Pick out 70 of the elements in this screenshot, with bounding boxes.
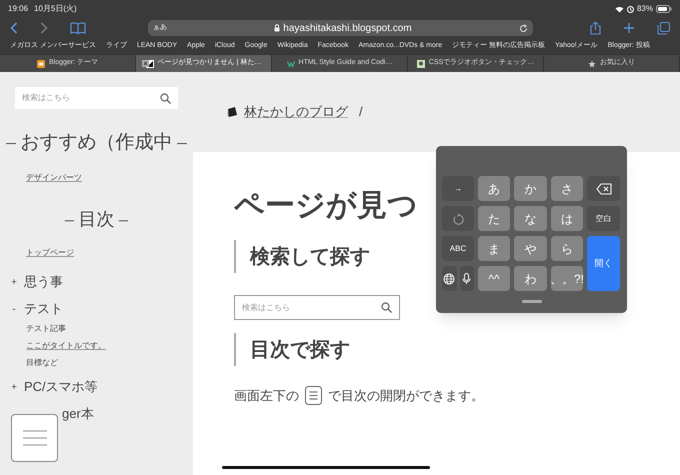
keyboard-key[interactable]: 空白 <box>587 206 620 231</box>
globe-icon <box>443 272 456 284</box>
keyboard-key[interactable]: ま <box>478 236 510 261</box>
back-icon[interactable] <box>10 22 18 34</box>
keyboard-key[interactable]: 、。?! <box>551 266 583 291</box>
reload-icon[interactable] <box>519 24 528 32</box>
sidebar-heading: – おすすめ（作成中 – <box>5 131 188 155</box>
wifi-icon <box>614 6 624 12</box>
forward-icon[interactable] <box>40 22 48 34</box>
tabs-icon[interactable] <box>657 22 670 34</box>
blog-logo-icon <box>226 106 238 118</box>
keyboard-key[interactable] <box>442 266 456 291</box>
keyboard-key[interactable] <box>442 206 474 231</box>
section-heading: 目次で探す <box>234 333 680 366</box>
lock-icon <box>274 24 280 32</box>
expand-toggle[interactable]: + <box>11 274 17 290</box>
sidebar-heading: – 目次 – <box>64 208 130 230</box>
tree-item[interactable]: PC/スマホ等 <box>24 377 98 397</box>
hint-text: 画面左下の <box>234 387 299 405</box>
share-icon[interactable] <box>590 21 601 35</box>
close-icon[interactable] <box>142 60 149 67</box>
star-icon <box>588 60 596 68</box>
keyboard-key[interactable]: 開く <box>587 236 620 291</box>
tree-item[interactable]: ger本 <box>62 404 94 424</box>
drag-handle[interactable] <box>522 300 542 303</box>
keyboard-key[interactable]: な <box>514 206 547 231</box>
delete-icon <box>596 182 612 194</box>
keyboard-key[interactable] <box>587 176 620 201</box>
battery-icon <box>656 5 672 13</box>
keyboard-key[interactable]: や <box>514 236 547 261</box>
keyboard-key[interactable]: → <box>442 176 474 201</box>
bookmarks-icon[interactable] <box>70 22 86 34</box>
tree-child-item[interactable]: テスト記事 <box>26 322 66 340</box>
expand-toggle[interactable]: + <box>11 380 17 394</box>
keyboard-key[interactable]: さ <box>551 176 583 201</box>
battery-percent: 83% <box>636 3 653 15</box>
search-icon[interactable] <box>381 302 392 313</box>
status-date: 10月5日(火) <box>34 3 77 15</box>
keyboard-key[interactable]: ^^ <box>478 266 510 291</box>
hint-text: で目次の開閉ができます。 <box>328 387 484 405</box>
keyboard-key[interactable]: か <box>514 176 547 201</box>
keyboard-key[interactable]: あ <box>478 176 510 201</box>
menu-icon <box>22 430 46 446</box>
keyboard-key[interactable]: ABC <box>442 236 474 261</box>
search-icon[interactable] <box>160 92 171 104</box>
menu-button[interactable] <box>11 414 58 462</box>
status-time: 19:06 <box>8 3 28 15</box>
html-favicon <box>286 60 295 68</box>
tree-item[interactable]: テスト <box>24 299 63 319</box>
page-title: ページが見つ <box>234 188 418 224</box>
tree-item[interactable]: 思う事 <box>24 272 63 292</box>
tree-child-item[interactable]: 目標など <box>26 356 58 374</box>
css-favicon <box>416 60 425 68</box>
sidebar-link[interactable]: トップページ <box>26 246 193 258</box>
url-text: hayashitakashi.blogspot.com <box>283 22 412 36</box>
sidebar-link[interactable]: デザインパーツ <box>26 172 193 184</box>
keyboard-key[interactable] <box>460 266 474 291</box>
breadcrumb-link[interactable]: 林たかしのブログ <box>244 102 348 122</box>
keyboard-key[interactable]: は <box>551 206 583 231</box>
new-tab-icon[interactable] <box>623 22 635 34</box>
breadcrumb-separator: / <box>359 103 363 122</box>
expand-toggle[interactable]: - <box>11 302 17 316</box>
menu-icon <box>305 386 322 406</box>
blogger-favicon <box>36 60 45 68</box>
keyboard-key[interactable]: た <box>478 206 510 231</box>
keyboard-key[interactable]: ら <box>551 236 583 261</box>
tree-link[interactable]: ここがタイトルです。 <box>26 340 106 356</box>
undo-icon <box>452 212 464 224</box>
keyboard-key[interactable]: わ <box>514 266 547 291</box>
microphone-icon <box>462 272 472 284</box>
